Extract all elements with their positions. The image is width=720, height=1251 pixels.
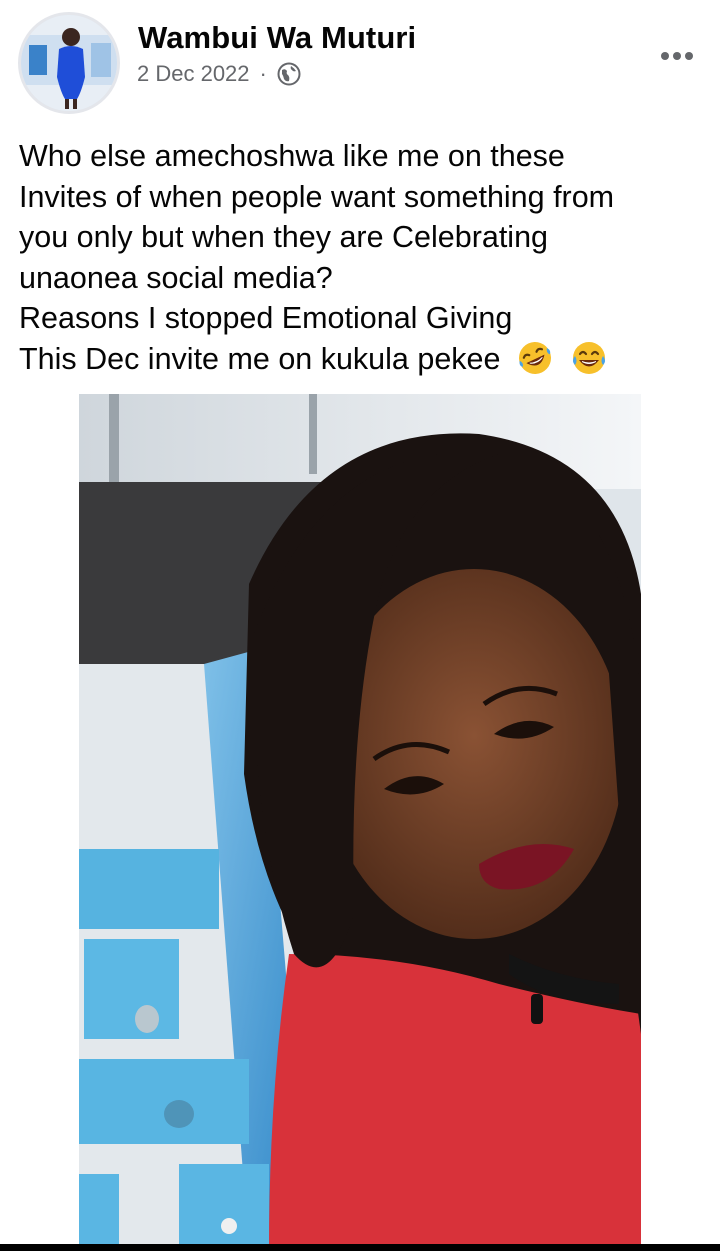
post-text: Who else amechoshwa like me on these Inv…: [19, 136, 709, 379]
post-date[interactable]: 2 Dec 2022: [137, 61, 250, 87]
author-name[interactable]: Wambui Wa Muturi: [138, 20, 416, 56]
post-text-line: Invites of when people want something fr…: [19, 179, 615, 214]
more-options-dot: [685, 52, 693, 60]
post-text-last-line: This Dec invite me on kukula pekee: [19, 339, 709, 380]
tears-of-joy-emoji-icon: [570, 339, 608, 377]
rofl-emoji-icon: [516, 339, 554, 377]
globe-icon: [277, 62, 301, 86]
post-text-line: Reasons I stopped Emotional Giving: [19, 301, 513, 335]
post-text-line: unaonea social media?: [19, 260, 333, 295]
bottom-border: [0, 1244, 720, 1251]
post-header: Wambui Wa Muturi 2 Dec 2022 ·: [0, 0, 720, 120]
more-options-icon: [661, 52, 669, 60]
more-options-button[interactable]: [655, 42, 699, 70]
post-text-line: This Dec invite me on kukula pekee: [19, 341, 501, 376]
meta-separator: ·: [259, 61, 267, 86]
photo-illustration: [79, 394, 641, 1251]
post-text-line: Who else amechoshwa like me on these: [19, 139, 565, 173]
more-options-dot: [673, 52, 681, 60]
post-text-line: you only but when they are Celebrating: [19, 220, 548, 254]
author-avatar[interactable]: [18, 12, 120, 114]
post-meta: 2 Dec 2022 ·: [137, 61, 301, 87]
post-photo[interactable]: [79, 394, 641, 1251]
